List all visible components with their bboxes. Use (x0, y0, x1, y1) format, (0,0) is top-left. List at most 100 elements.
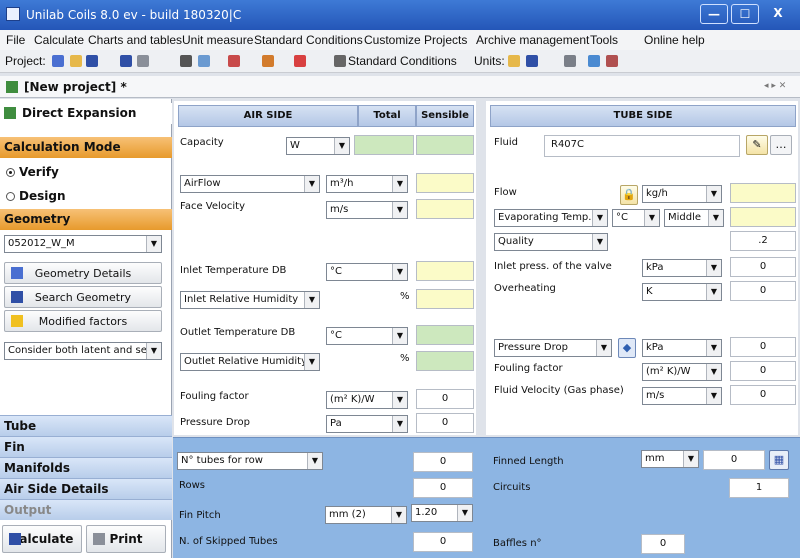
quality-select[interactable]: Quality ▼ (494, 233, 608, 251)
overheat-field[interactable]: 0 (730, 281, 796, 301)
fluid-more-button[interactable]: … (770, 135, 792, 155)
menu-online-help[interactable]: Online help (644, 33, 705, 47)
menu-charts[interactable]: Charts and tables (88, 33, 182, 47)
airflow-unit-select[interactable]: m³/h ▼ (326, 175, 408, 193)
tools-icon[interactable] (228, 55, 240, 67)
tube-pdrop-select[interactable]: Pressure Drop ▼ (494, 339, 612, 357)
section-air-side-details[interactable]: Air Side Details (0, 478, 172, 499)
outlet-rh-field[interactable] (416, 351, 474, 371)
print-button[interactable]: Print (86, 525, 166, 553)
calc-icon[interactable] (262, 55, 274, 67)
save-icon[interactable] (86, 55, 98, 67)
user-icon[interactable] (606, 55, 618, 67)
close-button[interactable]: X (762, 4, 794, 24)
finned-length-field[interactable]: 0 (703, 450, 765, 470)
geometry-header[interactable]: Geometry (0, 209, 172, 230)
outlet-temp-unit-select[interactable]: °C ▼ (326, 327, 408, 345)
rows-field[interactable]: 0 (413, 478, 473, 498)
outlet-temp-field[interactable] (416, 325, 474, 345)
airflow-select[interactable]: AirFlow ▼ (180, 175, 320, 193)
evap-position-select[interactable]: Middle ▼ (664, 209, 724, 227)
fin-pitch-unit-select[interactable]: mm (2) ▼ (325, 506, 407, 524)
verify-radio[interactable]: Verify (6, 165, 59, 179)
fluid-velocity-field[interactable]: 0 (730, 385, 796, 405)
tubes-row-field[interactable]: 0 (413, 452, 473, 472)
evap-temp-field[interactable] (730, 207, 796, 227)
menu-archive[interactable]: Archive management (476, 33, 589, 47)
section-fin[interactable]: Fin (0, 436, 172, 457)
fluid-velocity-unit-select[interactable]: m/s ▼ (642, 387, 722, 405)
settings-icon[interactable] (564, 55, 576, 67)
link-icon[interactable] (588, 55, 600, 67)
lock-icon[interactable]: 🔒 (620, 185, 638, 205)
menu-projects[interactable]: Projects (424, 33, 467, 47)
air-fouling-unit-select[interactable]: (m² K)/W ▼ (326, 391, 408, 409)
section-manifolds[interactable]: Manifolds (0, 457, 172, 478)
tab-nav-controls[interactable]: ◂ ▸ ✕ (764, 81, 786, 91)
capacity-total-field[interactable] (354, 135, 414, 155)
tube-fouling-unit-select[interactable]: (m² K)/W ▼ (642, 363, 722, 381)
airflow-field[interactable] (416, 173, 474, 193)
menu-file[interactable]: File (6, 33, 25, 47)
menu-tools[interactable]: Tools (590, 33, 618, 47)
flow-unit-select[interactable]: kg/h ▼ (642, 185, 722, 203)
print-icon[interactable] (137, 55, 149, 67)
menu-unit-measure[interactable]: Unit measure (182, 33, 253, 47)
inlet-rh-select[interactable]: Inlet Relative Humidity ▼ (180, 291, 320, 309)
fluid-edit-icon[interactable]: ✎ (746, 135, 768, 155)
circuits-field[interactable]: 1 (729, 478, 789, 498)
tube-fouling-field[interactable]: 0 (730, 361, 796, 381)
conditions-icon[interactable] (334, 55, 346, 67)
search-geometry-button[interactable]: Search Geometry (4, 286, 162, 308)
fin-pitch-value-select[interactable]: 1.20 ▼ (411, 504, 473, 522)
capacity-sensible-field[interactable] (416, 135, 474, 155)
menu-standard-conditions[interactable]: Standard Conditions (254, 33, 363, 47)
tab-new-project[interactable]: [New project] * (24, 80, 127, 94)
units-save-icon[interactable] (526, 55, 538, 67)
inlet-temp-field[interactable] (416, 261, 474, 281)
check-icon[interactable] (294, 55, 306, 67)
evap-unit-select[interactable]: °C ▼ (612, 209, 660, 227)
modified-factors-button[interactable]: Modified factors (4, 310, 162, 332)
tube-pdrop-field[interactable]: 0 (730, 337, 796, 357)
tubes-row-select[interactable]: N° tubes for row ▼ (177, 452, 323, 470)
inlet-rh-field[interactable] (416, 289, 474, 309)
inlet-temp-unit-select[interactable]: °C ▼ (326, 263, 408, 281)
standard-conditions-dropdown[interactable]: Standard Conditions (348, 54, 457, 68)
maximize-button[interactable]: ☐ (731, 4, 759, 24)
menu-calculate[interactable]: Calculate (34, 33, 84, 47)
overheat-unit-select[interactable]: K ▼ (642, 283, 722, 301)
quality-field[interactable]: .2 (730, 231, 796, 251)
baffles-field[interactable]: 0 (641, 534, 685, 554)
section-output[interactable]: Output (0, 499, 172, 520)
calculator-icon[interactable]: ▦ (769, 450, 789, 470)
air-pdrop-unit-select[interactable]: Pa ▼ (326, 415, 408, 433)
save-as-icon[interactable] (120, 55, 132, 67)
new-icon[interactable] (52, 55, 64, 67)
chart-icon[interactable] (198, 55, 210, 67)
air-pdrop-field[interactable]: 0 (416, 413, 474, 433)
outlet-rh-select[interactable]: Outlet Relative Humidity ▼ (180, 353, 320, 371)
calculation-mode-header[interactable]: Calculation Mode (0, 137, 172, 158)
menu-customize[interactable]: Customize (364, 33, 421, 47)
diamond-icon[interactable]: ◆ (618, 338, 636, 358)
skipped-tubes-field[interactable]: 0 (413, 532, 473, 552)
minimize-button[interactable]: — (700, 4, 728, 24)
evap-temp-select[interactable]: Evaporating Temp. ▼ (494, 209, 608, 227)
flow-field[interactable] (730, 183, 796, 203)
finned-length-unit-select[interactable]: mm ▼ (641, 450, 699, 468)
geometry-details-button[interactable]: Geometry Details (4, 262, 162, 284)
tube-pdrop-unit-select[interactable]: kPa ▼ (642, 339, 722, 357)
latent-select[interactable]: Consider both latent and se ▼ (4, 342, 162, 360)
face-velocity-unit-select[interactable]: m/s ▼ (326, 201, 408, 219)
calculate-button[interactable]: Calculate (2, 525, 82, 553)
inlet-press-unit-select[interactable]: kPa ▼ (642, 259, 722, 277)
open-folder-icon[interactable] (70, 55, 82, 67)
section-tube[interactable]: Tube (0, 415, 172, 436)
fluid-field[interactable]: R407C (544, 135, 740, 157)
capacity-unit-select[interactable]: W ▼ (286, 137, 350, 155)
air-fouling-field[interactable]: 0 (416, 389, 474, 409)
inlet-press-field[interactable]: 0 (730, 257, 796, 277)
face-velocity-field[interactable] (416, 199, 474, 219)
design-radio[interactable]: Design (6, 189, 66, 203)
